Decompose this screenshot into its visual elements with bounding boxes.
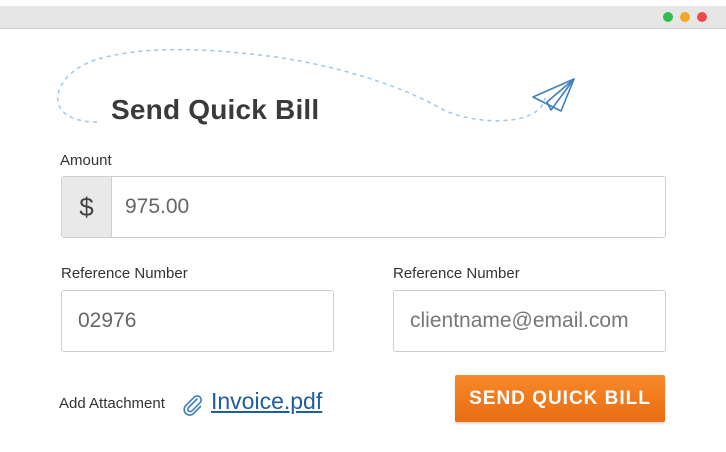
client-email-input[interactable] bbox=[394, 291, 665, 351]
add-attachment-label: Add Attachment bbox=[59, 395, 165, 412]
paper-plane-trail-decoration bbox=[56, 48, 575, 123]
currency-symbol: $ bbox=[62, 177, 112, 237]
reference-number-label-secondary: Reference Number bbox=[393, 265, 520, 282]
window-titlebar bbox=[0, 6, 726, 29]
client-email-field bbox=[393, 290, 666, 352]
amount-field: $ bbox=[61, 176, 666, 238]
window-zoom-button[interactable] bbox=[663, 12, 673, 22]
paper-plane-icon bbox=[532, 78, 575, 112]
send-quick-bill-button[interactable]: SEND QUICK BILL bbox=[455, 375, 665, 422]
reference-number-field bbox=[61, 290, 334, 352]
window-close-button[interactable] bbox=[697, 12, 707, 22]
amount-input[interactable] bbox=[111, 177, 665, 237]
reference-number-input[interactable] bbox=[62, 291, 333, 351]
reference-number-label: Reference Number bbox=[61, 265, 188, 282]
paperclip-icon[interactable] bbox=[182, 394, 204, 416]
window-minimize-button[interactable] bbox=[680, 12, 690, 22]
amount-label: Amount bbox=[60, 152, 112, 169]
page-title: Send Quick Bill bbox=[111, 94, 320, 125]
attachment-file-link[interactable]: Invoice.pdf bbox=[211, 388, 322, 415]
